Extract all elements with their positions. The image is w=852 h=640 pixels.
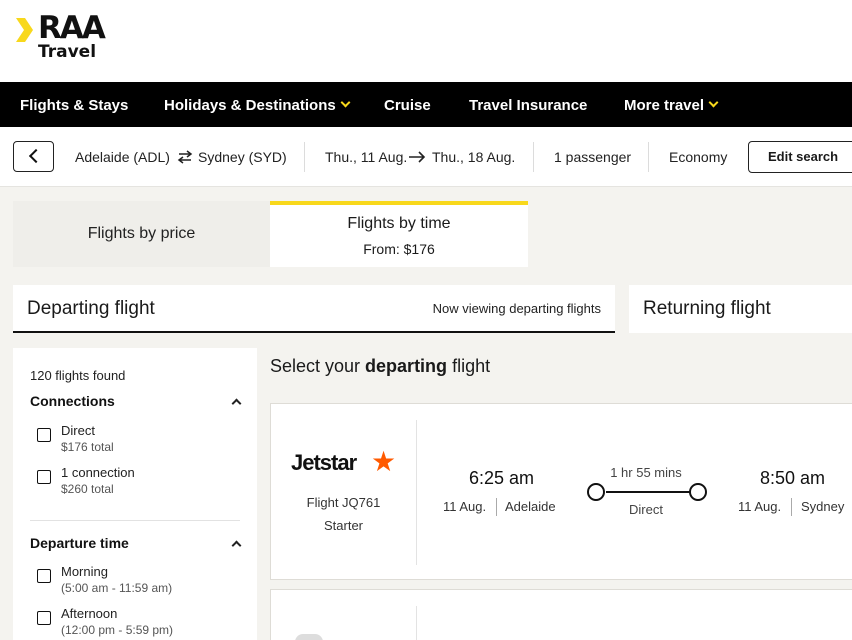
departing-flight-tab[interactable]: Departing flight Now viewing departing f… — [13, 285, 615, 333]
swap-arrows-icon — [177, 150, 193, 164]
flights-count: 120 flights found — [30, 368, 126, 383]
nav-label: Flights & Stays — [20, 97, 129, 114]
filter-range: (5:00 am - 11:59 am) — [61, 581, 173, 595]
nav-label: Travel Insurance — [469, 97, 588, 114]
divider — [304, 142, 305, 172]
filter-label: Morning — [61, 564, 108, 579]
divider — [30, 520, 240, 521]
flight-card[interactable]: Jetstar ★ Flight JQ761 Starter 6:25 am 1… — [270, 403, 852, 580]
jetstar-logo: Jetstar ★ — [291, 446, 401, 480]
nav-label: Holidays & Destinations — [164, 97, 336, 114]
chevron-left-icon — [28, 148, 44, 164]
depart-time: 6:25 am — [469, 468, 535, 488]
star-icon: ★ — [371, 446, 397, 477]
nav-label: Cruise — [384, 97, 431, 114]
filter-price: $176 total — [61, 440, 114, 454]
chevron-down-icon — [708, 97, 719, 108]
return-date-label: Thu., 18 Aug. — [432, 149, 516, 165]
route-line — [606, 491, 690, 493]
tab-flights-by-time[interactable]: Flights by time From: $176 — [270, 201, 528, 267]
divider — [496, 498, 497, 516]
departing-note: Now viewing departing flights — [432, 301, 601, 316]
filter-afternoon[interactable]: Afternoon (12:00 pm - 5:59 pm) — [30, 606, 240, 640]
back-button[interactable] — [13, 141, 54, 172]
results-heading: Select your departing flight — [270, 356, 490, 377]
logo-raa-text: RAA — [38, 10, 106, 46]
chevron-up-icon[interactable] — [231, 540, 242, 551]
filter-1-connection[interactable]: 1 connection $260 total — [30, 465, 240, 501]
stops-label: Direct — [629, 502, 663, 517]
checkbox[interactable] — [37, 428, 51, 442]
depart-date-label: Thu., 11 Aug. — [325, 149, 408, 165]
filter-price: $260 total — [61, 482, 114, 496]
nav-label: More travel — [624, 97, 705, 114]
filter-label: 1 connection — [61, 465, 135, 480]
filters-panel: 120 flights found Connections Direct $17… — [13, 348, 257, 640]
filter-morning[interactable]: Morning (5:00 am - 11:59 am) — [30, 564, 240, 600]
divider — [416, 606, 417, 640]
tab-flights-by-price[interactable]: Flights by price — [13, 201, 270, 267]
filter-direct[interactable]: Direct $176 total — [30, 423, 240, 459]
fare-type: Starter — [323, 518, 363, 533]
departure-time-heading: Departure time — [30, 535, 129, 551]
filter-label: Afternoon — [61, 606, 118, 621]
airline-name: Jetstar — [291, 450, 357, 475]
edit-search-button[interactable]: Edit search — [748, 141, 852, 173]
heading-bold: departing — [365, 356, 448, 376]
tab-from-price: From: $176 — [363, 241, 435, 257]
destination-dot-icon — [689, 483, 707, 501]
returning-flight-tab[interactable]: Returning flight — [629, 285, 852, 333]
depart-date: 11 Aug. — [443, 499, 487, 514]
flight-duration: 1 hr 55 mins — [610, 465, 682, 480]
site-header: RAA Travel — [0, 0, 852, 82]
nav-holidays-destinations[interactable]: Holidays & Destinations — [164, 82, 351, 127]
checkbox[interactable] — [37, 611, 51, 625]
heading-post: flight — [447, 356, 491, 376]
tab-label: Flights by price — [87, 225, 196, 242]
depart-city: Adelaide — [505, 499, 556, 514]
chevron-down-icon — [340, 97, 351, 108]
nav-more-travel[interactable]: More travel — [624, 82, 719, 127]
checkbox[interactable] — [37, 569, 51, 583]
arrive-city: Sydney — [801, 499, 845, 514]
connections-heading: Connections — [30, 393, 115, 409]
flight-number: Flight JQ761 — [306, 495, 381, 510]
tab-label: Flights by time — [347, 215, 451, 232]
arrow-right-icon — [409, 151, 426, 163]
raa-travel-logo[interactable]: RAA Travel — [16, 10, 116, 64]
nav-travel-insurance[interactable]: Travel Insurance — [469, 82, 587, 127]
nav-flights-stays[interactable]: Flights & Stays — [20, 82, 128, 127]
search-summary-bar: Adelaide (ADL) Sydney (SYD) Thu., 11 Aug… — [0, 127, 852, 187]
divider — [648, 142, 649, 172]
passengers-label: 1 passenger — [554, 149, 632, 165]
divider — [533, 142, 534, 172]
checkbox[interactable] — [37, 470, 51, 484]
arrive-time: 8:50 am — [760, 468, 826, 488]
airline-logo — [295, 634, 323, 640]
origin-label: Adelaide (ADL) — [75, 149, 170, 165]
divider — [791, 498, 792, 516]
raa-chevron-icon — [16, 18, 33, 42]
nav-cruise[interactable]: Cruise — [384, 82, 431, 127]
departing-title: Departing flight — [27, 298, 155, 319]
logo-travel-text: Travel — [38, 42, 97, 62]
cabin-label: Economy — [669, 149, 728, 165]
origin-dot-icon — [587, 483, 605, 501]
divider — [416, 420, 417, 565]
returning-title: Returning flight — [643, 298, 771, 319]
filter-label: Direct — [61, 423, 95, 438]
chevron-up-icon[interactable] — [231, 398, 242, 409]
heading-pre: Select your — [270, 356, 366, 376]
destination-label: Sydney (SYD) — [198, 149, 287, 165]
arrive-date: 11 Aug. — [738, 499, 782, 514]
filter-range: (12:00 pm - 5:59 pm) — [61, 623, 174, 637]
flight-card[interactable] — [270, 589, 852, 640]
main-nav: Flights & Stays Holidays & Destinations … — [0, 82, 852, 127]
